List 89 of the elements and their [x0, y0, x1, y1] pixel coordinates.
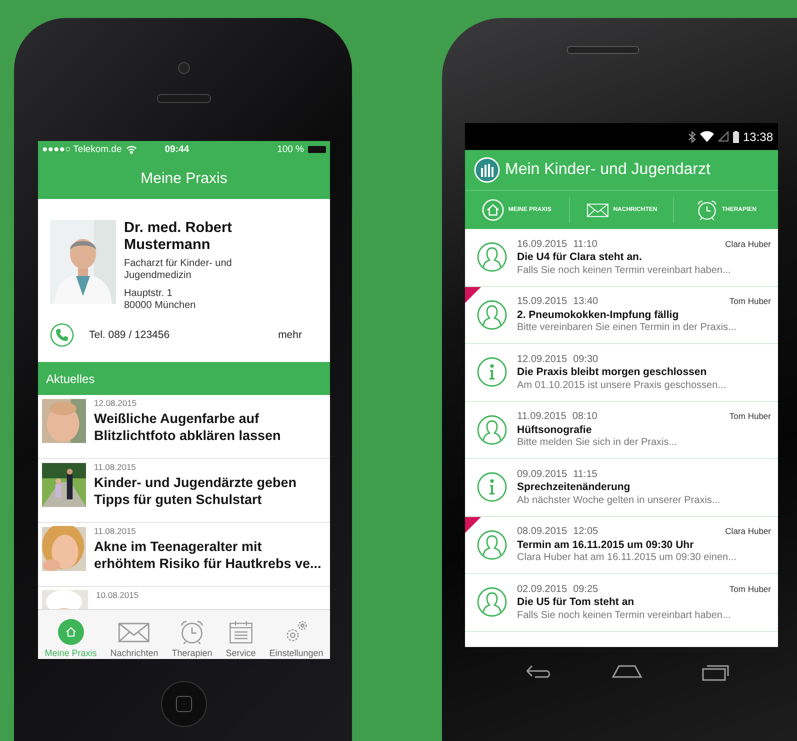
signal-icon [718, 131, 729, 142]
message-title: Die U4 für Clara steht an. [517, 251, 643, 264]
message-title: Die U5 für Tom steht an [517, 596, 636, 608]
calendar-icon [228, 619, 254, 645]
clock: 13:38 [742, 130, 773, 144]
city: 80000 München [124, 300, 197, 312]
message-date: 12.09.2015 [517, 354, 568, 365]
info-icon [477, 357, 507, 388]
message-preview: Bitte vereinbaren Sie einen Termin in der Praxis... [517, 322, 738, 334]
alarm-clock-icon [179, 619, 205, 645]
message-time: 09:30 [573, 354, 598, 365]
message-date: 02.09.2015 [517, 584, 568, 595]
tab[interactable]: Einstellungen [268, 619, 324, 658]
person-icon [477, 530, 507, 560]
message-time: 08:10 [572, 411, 598, 422]
message-item[interactable]: 11.09.2015 08:10 Tom Huber Hüftsonografie Bitte melden Sie sich in der Praxis... [465, 402, 778, 459]
section-title: Aktuelles [46, 372, 95, 386]
home-icon[interactable] [611, 663, 643, 679]
bluetooth-icon [688, 130, 696, 142]
home-icon [482, 199, 504, 221]
message-date: 15.09.2015 [517, 296, 568, 308]
person-icon [477, 242, 507, 272]
alarm-clock-icon [696, 199, 718, 221]
message-preview: Ab nächster Woche gelten in unserer Praxis... [517, 494, 722, 506]
app-title: Mein Kinder- und Jugendarzt [505, 161, 710, 179]
message-preview: Am 01.10.2015 ist unsere Praxis geschossen... [517, 380, 728, 391]
news-title: Weißliche Augenfarbe auf Blitzlichtfoto abklären lassen [94, 410, 282, 444]
message-time: 11:15 [573, 468, 598, 480]
news-title: Akne im Teenageralter mit erhöhtem Risiko für Hautkrebs ve... [94, 538, 322, 572]
wifi-icon [126, 144, 137, 154]
child-name: Tom Huber [729, 411, 771, 422]
message-date: 09.09.2015 [517, 468, 568, 480]
tab[interactable]: Nachrichten [109, 619, 160, 658]
message-time: 13:40 [573, 296, 598, 308]
child-name: Tom Huber [729, 296, 771, 308]
child-name: Clara Huber [725, 526, 771, 538]
tab[interactable]: Service [224, 619, 257, 658]
battery-level: 100 % [277, 144, 304, 154]
person-icon [477, 300, 507, 330]
wifi-icon [700, 131, 714, 142]
info-icon [477, 472, 507, 502]
specialty: Facharzt für Kinder- und Jugendmedizin [124, 258, 233, 282]
recent-apps-icon[interactable] [701, 663, 729, 681]
envelope-icon [586, 201, 610, 219]
message-title: Hüftsonografie [517, 424, 593, 436]
speaker-grille [567, 46, 639, 54]
speaker-grille [157, 94, 211, 103]
home-button[interactable] [161, 681, 207, 727]
battery-icon [732, 130, 739, 142]
screen-title: Meine Praxis [140, 170, 228, 186]
message-time: 11:10 [573, 238, 598, 250]
news-date: 11.08.2015 [94, 526, 137, 536]
child-name: Clara Huber [725, 238, 771, 250]
street-address: Hauptstr. 1 [124, 288, 174, 300]
message-title: Die Praxis bleibt morgen geschlossen [517, 366, 708, 378]
news-date: 11.08.2015 [94, 462, 137, 472]
message-title: Sprechzeitenänderung [517, 481, 632, 494]
message-preview: Falls Sie noch keinen Termin vereinbart haben... [517, 610, 732, 621]
news-date: 10.08.2015 [96, 590, 139, 600]
news-title: Kinder- und Jugendärzte geben Tipps für guten Schulstart [94, 474, 298, 508]
message-time: 09:25 [573, 584, 598, 595]
message-date: 08.09.2015 [517, 526, 568, 538]
person-icon [477, 587, 507, 618]
clock: 09:44 [164, 144, 190, 154]
app-logo-icon [474, 157, 500, 183]
child-name: Tom Huber [729, 584, 771, 595]
message-item[interactable]: 15.09.2015 13:40 Tom Huber 2. Pneumokokken-Impfung fällig Bitte vereinbaren Sie einen Termin in der Praxis... [465, 286, 778, 344]
phone-number[interactable]: Tel. 089 / 123456 [89, 329, 278, 341]
message-title: 2. Pneumokokken-Impfung fällig [517, 308, 680, 321]
camera-lens [178, 62, 190, 74]
carrier: ●●●●○ Telekom.de [42, 144, 122, 154]
more-link[interactable]: mehr [278, 329, 302, 341]
message-date: 16.09.2015 [517, 238, 568, 250]
message-preview: Bitte melden Sie sich in der Praxis... [517, 437, 678, 448]
doctor-name: Dr. med. Robert Mustermann [124, 220, 233, 254]
message-preview: Clara Huber hat am 16.11.2015 um 09:30 einen... [517, 552, 738, 564]
battery-icon [308, 146, 326, 152]
message-item[interactable]: 08.09.2015 12:05 Clara Huber Termin am 16.11.2015 um 09:30 Uhr Clara Huber hat am 16.11.2015 um 09:30 einen... [465, 516, 778, 574]
news-item[interactable]: 11.08.2015 Kinder- und Jugendärzte geben Tipps für guten Schulstart [38, 459, 330, 523]
person-icon [477, 414, 507, 445]
news-item[interactable]: 11.08.2015 Akne im Teenageralter mit erhöhtem Risiko für Hautkrebs ve... [38, 523, 330, 587]
phone-icon[interactable] [50, 323, 74, 347]
message-date: 11.09.2015 [517, 411, 566, 422]
message-time: 12:05 [573, 526, 598, 538]
message-title: Termin am 16.11.2015 um 09:30 Uhr [517, 538, 695, 551]
tab[interactable]: Therapien [170, 619, 214, 658]
news-item[interactable]: 12.08.2015 Weißliche Augenfarbe auf Blitzlichtfoto abklären lassen [38, 395, 330, 459]
message-preview: Falls Sie noch keinen Termin vereinbart haben... [517, 264, 732, 276]
news-date: 12.08.2015 [94, 398, 138, 408]
